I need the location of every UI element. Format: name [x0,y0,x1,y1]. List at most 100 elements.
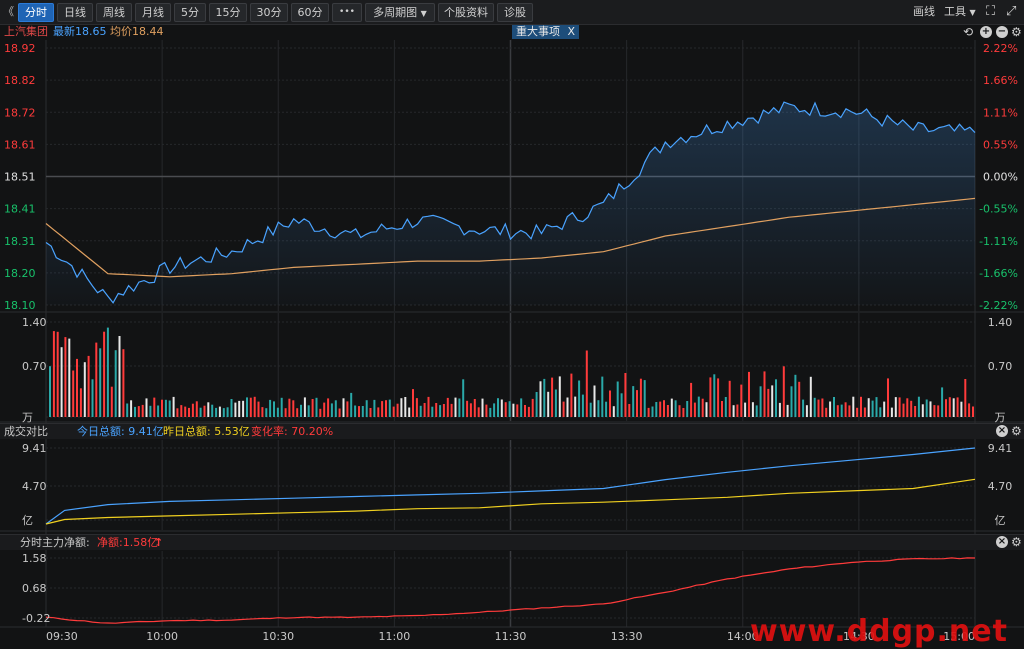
percent-tick-label: 0.55% [983,138,1018,151]
volume-bar [794,374,797,417]
volume-bar [234,402,237,417]
volume-bar [539,381,542,417]
volume-bar [64,337,67,417]
volume-bar [879,407,882,417]
volume-bar [724,397,727,417]
volume-bar [972,406,974,417]
gear-icon[interactable]: ⚙ [1011,536,1022,548]
volume-bar [493,403,496,417]
percent-tick-label: -1.11% [979,235,1018,248]
mainforce-net: 净额:1.58亿 [97,536,159,549]
volume-bar [601,376,604,417]
volume-bar [910,400,913,417]
volume-bar [748,371,750,417]
volume-bar [805,405,808,417]
volume-bar [199,407,202,417]
volume-bar [400,398,403,417]
volume-bar [651,406,654,417]
volume-bar [141,404,144,417]
volume-bar [929,401,932,417]
turnover-tick-label: 9.41 [988,442,1013,455]
volume-bar [717,378,720,417]
volume-bar [825,407,828,417]
close-icon[interactable]: × [996,425,1008,437]
volume-bar [570,373,573,417]
volume-bar [218,406,221,417]
volume-bar [863,407,866,417]
close-icon[interactable]: × [996,536,1008,548]
volume-bar [945,399,947,417]
volume-bar [721,401,723,417]
price-tick-label: 18.82 [4,74,36,87]
volume-bar [674,400,677,417]
price-tick-label: 18.51 [4,171,36,184]
volume-bar [504,402,507,417]
volume-bar [875,397,878,417]
volume-bar [670,398,673,417]
volume-bar [435,403,438,417]
volume-bar [581,394,584,417]
volume-bar [952,398,955,417]
volume-bar [358,406,360,417]
volume-bar [740,384,743,417]
volume-bar [628,404,631,417]
volume-tick-label: 1.40 [988,316,1013,329]
volume-bar [392,406,395,417]
intraday-chart[interactable]: 09:30 10:00 10:30 11:00 11:30 13:30 14:00 14:30… [0,0,1024,648]
volume-bar [593,385,596,417]
volume-bar [778,402,781,417]
gear-icon[interactable]: ⚙ [1011,425,1022,437]
volume-bar [840,404,843,417]
volume-bar [941,387,944,417]
volume-bar [354,405,357,417]
volume-bar [180,405,183,417]
today-total: 今日总额: 9.41亿 [77,425,164,438]
volume-bar [589,402,592,417]
volume-bar [558,376,561,417]
volume-bar [238,400,241,417]
volume-bar [921,404,924,417]
volume-tick-label: 1.40 [22,316,47,329]
volume-bar [744,402,747,417]
volume-bar [898,397,901,417]
volume-bar [307,405,310,417]
volume-bar [848,405,851,417]
volume-bar [574,396,577,417]
up-arrow-icon: ↑ [154,536,164,549]
volume-bar [458,398,461,417]
volume-bar [246,397,248,417]
volume-bar [956,397,959,417]
volume-bar [701,398,704,417]
price-tick-label: 18.31 [4,235,36,248]
volume-bar [423,403,426,417]
volume-bar [643,380,646,417]
volume-bar [242,400,245,417]
volume-bar [230,399,233,417]
volume-bar [551,377,554,417]
volume-bar [273,401,275,417]
volume-bar [894,397,897,417]
time-tick-label: 10:30 [262,630,294,643]
volume-bar [543,378,546,417]
volume-bar [87,355,90,417]
yesterday-total: 昨日总额: 5.53亿 [163,425,250,438]
volume-bar [388,399,391,417]
volume-bar [751,402,754,417]
volume-bar [624,373,627,417]
volume-bar [60,347,63,417]
volume-bar [890,407,893,417]
volume-bar [817,399,820,417]
volume-bar [319,408,322,417]
volume-bar [454,397,457,417]
volume-bar [145,398,148,417]
volume-bar [485,404,488,417]
volume-bar [296,408,299,417]
time-tick-label: 09:30 [46,630,78,643]
time-tick-label: 10:00 [146,630,178,643]
volume-bar [404,397,407,417]
volume-bar [396,403,399,417]
volume-bar [473,399,476,417]
volume-bar [419,405,422,417]
volume-bar [168,400,171,417]
volume-bar [99,348,102,417]
